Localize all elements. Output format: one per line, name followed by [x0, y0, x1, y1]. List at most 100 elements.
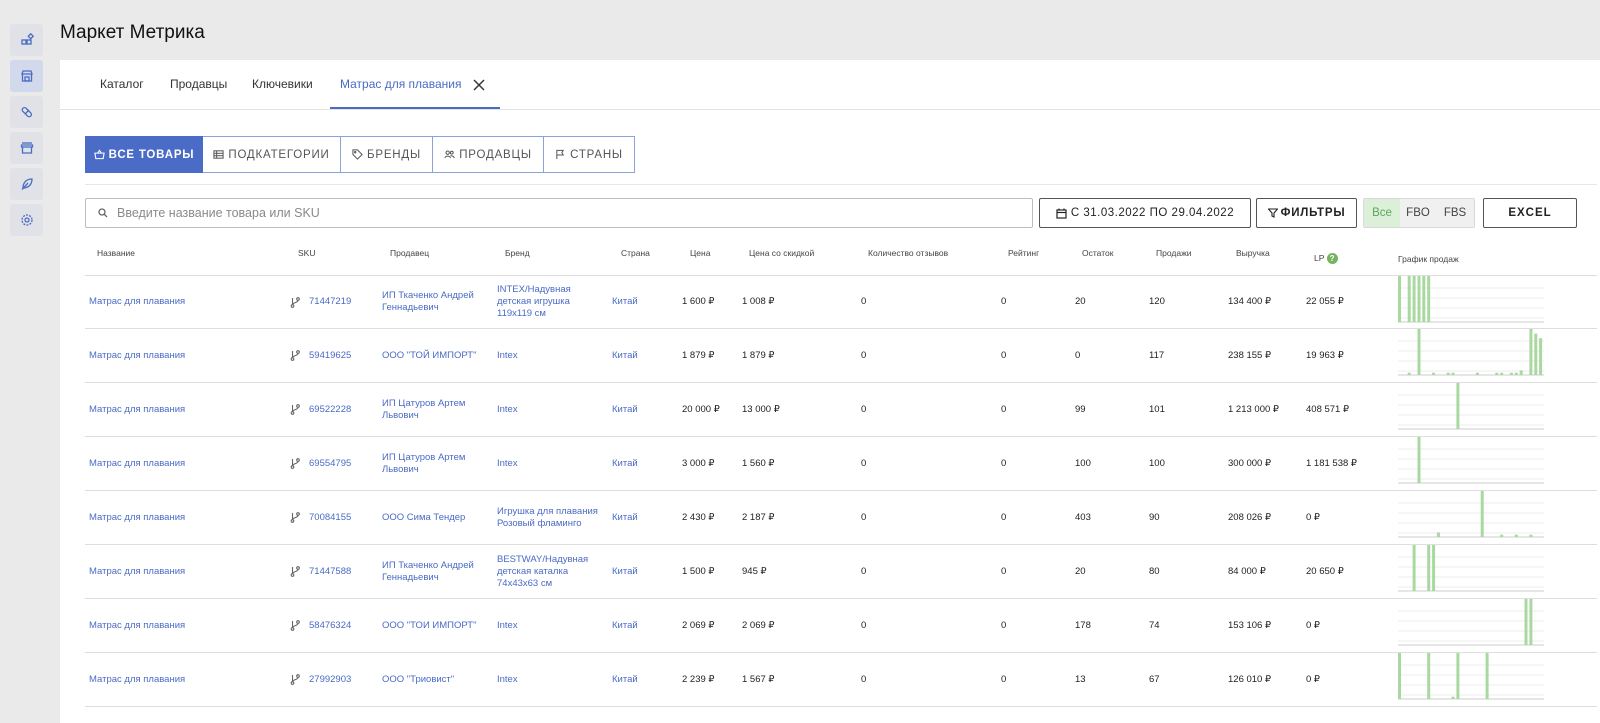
view-brands-button[interactable]: БРЕНДЫ	[341, 136, 433, 173]
seller-link[interactable]: ООО "Триовист"	[382, 674, 492, 686]
col-lp[interactable]: LP ?	[1314, 253, 1338, 265]
gear-icon[interactable]	[10, 204, 43, 236]
col-sales-chart: График продаж	[1398, 254, 1459, 264]
seller-link[interactable]: ИП Ткаченко Андрей Геннадьевич	[382, 560, 492, 584]
brand-link[interactable]: BESTWAY/Надувная детская каталка 74x43x6…	[497, 554, 605, 590]
sku-link[interactable]: 59419625	[309, 350, 351, 362]
seller-link[interactable]: ИП Цатуров Артем Львович	[382, 452, 492, 476]
product-name-link[interactable]: Матрас для плавания	[89, 512, 185, 524]
seller-link[interactable]: ИП Цатуров Артем Львович	[382, 398, 492, 422]
fulfilment-fbs[interactable]: FBS	[1436, 199, 1474, 227]
country-link[interactable]: Китай	[612, 674, 638, 686]
tab-sellers[interactable]: Продавцы	[170, 77, 227, 91]
product-name-link[interactable]: Матрас для плавания	[89, 566, 185, 578]
brand-link[interactable]: Intex	[497, 350, 605, 362]
seller-link[interactable]: ООО "ТОИ ИМПОРТ"	[382, 620, 492, 632]
sku-link[interactable]: 70084155	[309, 512, 351, 524]
col-discount-price[interactable]: Цена со скидкой	[749, 248, 814, 258]
tab-swim-mattress[interactable]: Матрас для плавания	[340, 77, 461, 91]
table-row[interactable]: Матрас для плавания 27992903 ООО "Триовист…	[85, 653, 1597, 707]
country-link[interactable]: Китай	[612, 566, 638, 578]
seller-link[interactable]: ООО "ТОЙ ИМПОРТ"	[382, 350, 492, 362]
seller-link[interactable]: ООО Сима Тендер	[382, 512, 492, 524]
col-brand[interactable]: Бренд	[505, 248, 530, 258]
search-input[interactable]	[117, 206, 997, 220]
col-reviews[interactable]: Количество отзывов	[868, 248, 948, 258]
view-all-products-button[interactable]: ВСЕ ТОВАРЫ	[85, 136, 203, 173]
close-icon[interactable]	[472, 78, 486, 92]
tab-catalog[interactable]: Каталог	[100, 77, 144, 91]
store-icon[interactable]	[10, 60, 43, 92]
table-row[interactable]: Матрас для плавания 58476324 ООО "ТОИ ИМПО…	[85, 599, 1597, 653]
sku-link[interactable]: 71447219	[309, 296, 351, 308]
col-sku[interactable]: SKU	[298, 248, 315, 258]
date-range-button[interactable]: С 31.03.2022 ПО 29.04.2022	[1039, 198, 1251, 228]
sales-sparkline	[1398, 383, 1544, 430]
fulfilment-all[interactable]: Все	[1364, 199, 1400, 227]
product-name-link[interactable]: Матрас для плавания	[89, 404, 185, 416]
country-link[interactable]: Китай	[612, 458, 638, 470]
col-revenue[interactable]: Выручка	[1236, 248, 1270, 258]
product-name-link[interactable]: Матрас для плавания	[89, 674, 185, 686]
price-value: 3 000 ₽	[682, 457, 715, 469]
brand-link[interactable]: INTEX/Надувная детская игрушка 119x119 с…	[497, 284, 605, 320]
col-rating[interactable]: Рейтинг	[1008, 248, 1039, 258]
sales-bar	[1519, 370, 1523, 375]
table-row[interactable]: Матрас для плавания 71447588 ИП Ткаченко А…	[85, 545, 1597, 599]
table-row[interactable]: Матрас для плавания 69522228 ИП Цатуров Ар…	[85, 383, 1597, 437]
brand-link[interactable]: Intex	[497, 458, 605, 470]
col-stock[interactable]: Остаток	[1082, 248, 1113, 258]
pill-icon[interactable]	[10, 96, 43, 128]
sku-link[interactable]: 69522228	[309, 404, 351, 416]
reviews-value: 0	[861, 565, 867, 577]
tab-keywords[interactable]: Ключевики	[252, 77, 313, 91]
table-row[interactable]: Матрас для плавания 59419625 ООО "ТОЙ ИМПО…	[85, 329, 1597, 383]
discount-price-value: 1 560 ₽	[742, 457, 775, 469]
brand-link[interactable]: Intex	[497, 620, 605, 632]
col-country[interactable]: Страна	[621, 248, 650, 258]
app-title: Маркет Метрика	[60, 22, 205, 43]
country-link[interactable]: Китай	[612, 512, 638, 524]
view-countries-button[interactable]: СТРАНЫ	[544, 136, 635, 173]
table-row[interactable]: Матрас для плавания 70084155 ООО Сима Тенд…	[85, 491, 1597, 545]
excel-export-button[interactable]: EXCEL	[1483, 198, 1577, 228]
table-row[interactable]: Матрас для плавания 71447219 ИП Ткаченко А…	[85, 275, 1597, 329]
view-subcategories-button[interactable]: ПОДКАТЕГОРИИ	[203, 136, 341, 173]
filters-button[interactable]: ФИЛЬТРЫ	[1256, 198, 1357, 228]
sales-bar	[1446, 372, 1450, 375]
col-seller[interactable]: Продавец	[390, 248, 429, 258]
country-link[interactable]: Китай	[612, 296, 638, 308]
view-label: ВСЕ ТОВАРЫ	[108, 148, 195, 161]
sales-bar	[1432, 372, 1436, 375]
sku-link[interactable]: 71447588	[309, 566, 351, 578]
sku-link[interactable]: 69554795	[309, 458, 351, 470]
country-link[interactable]: Китай	[612, 404, 638, 416]
rating-value: 0	[1001, 565, 1007, 577]
shop-icon[interactable]	[10, 132, 43, 164]
sku-link[interactable]: 58476324	[309, 620, 351, 632]
sku-link[interactable]: 27992903	[309, 674, 351, 686]
table-row[interactable]: Матрас для плавания 69554795 ИП Цатуров Ар…	[85, 437, 1597, 491]
brand-link[interactable]: Intex	[497, 674, 605, 686]
product-name-link[interactable]: Матрас для плавания	[89, 296, 185, 308]
lp-value: 0 ₽	[1306, 619, 1320, 631]
stock-value: 178	[1075, 619, 1091, 631]
help-icon[interactable]: ?	[1326, 253, 1338, 265]
col-name[interactable]: Название	[97, 248, 135, 258]
country-link[interactable]: Китай	[612, 620, 638, 632]
brand-link[interactable]: Игрушка для плавания Розовый фламинго	[497, 506, 605, 530]
col-price[interactable]: Цена	[690, 248, 710, 258]
main-panel: Каталог Продавцы Ключевики Матрас для пл…	[60, 60, 1600, 723]
country-link[interactable]: Китай	[612, 350, 638, 362]
col-sales[interactable]: Продажи	[1156, 248, 1192, 258]
view-sellers-button[interactable]: ПРОДАВЦЫ	[433, 136, 544, 173]
product-name-link[interactable]: Матрас для плавания	[89, 620, 185, 632]
product-name-link[interactable]: Матрас для плавания	[89, 458, 185, 470]
seller-link[interactable]: ИП Ткаченко Андрей Геннадьевич	[382, 290, 492, 314]
product-name-link[interactable]: Матрас для плавания	[89, 350, 185, 362]
leaf-icon[interactable]	[10, 168, 43, 200]
widgets-icon[interactable]	[10, 24, 43, 56]
price-value: 20 000 ₽	[682, 403, 720, 415]
fulfilment-fbo[interactable]: FBO	[1400, 199, 1436, 227]
brand-link[interactable]: Intex	[497, 404, 605, 416]
